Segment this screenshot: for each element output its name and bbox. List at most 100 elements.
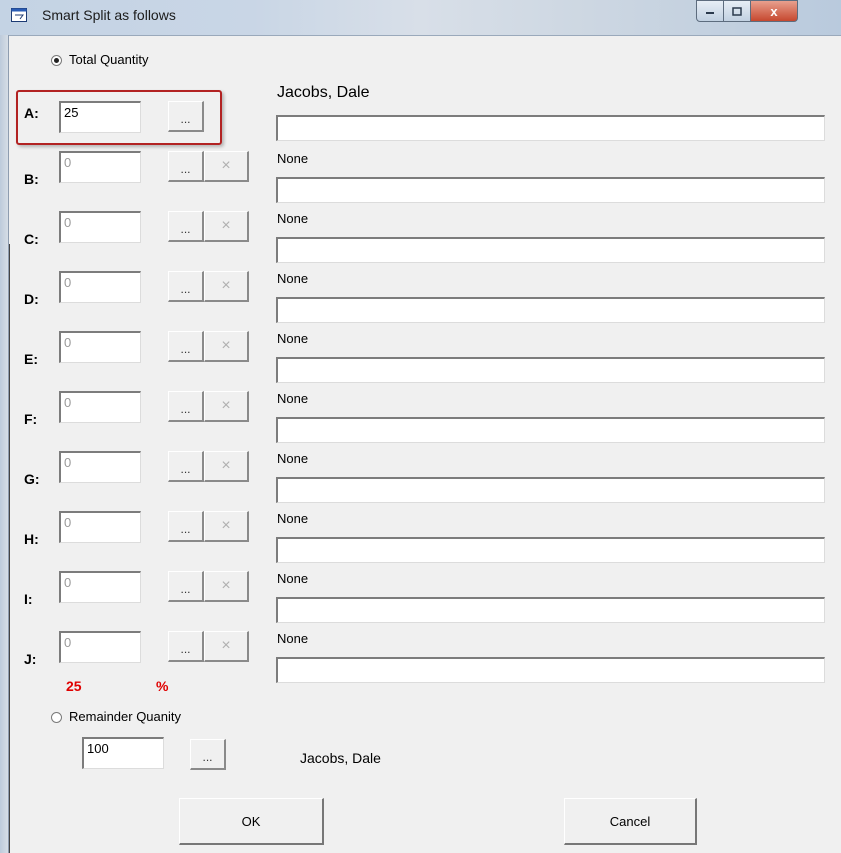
row-a-name-label: Jacobs, Dale xyxy=(277,84,370,101)
row-h-name-label: None xyxy=(277,511,309,526)
row-i-name-field[interactable] xyxy=(276,597,825,623)
row-f-qty-input[interactable]: 0 xyxy=(59,391,141,423)
row-c-browse-label: ... xyxy=(180,222,191,236)
row-g-browse-button[interactable]: ... xyxy=(168,451,204,482)
row-c-qty-input[interactable]: 0 xyxy=(59,211,141,243)
row-label-c: C: xyxy=(24,231,39,247)
row-c-qty-value: 0 xyxy=(64,215,72,230)
window-frame-left xyxy=(0,35,9,853)
close-icon: x xyxy=(770,3,778,19)
clear-icon: × xyxy=(221,397,231,414)
row-j-clear-button[interactable]: × xyxy=(204,631,249,662)
row-j-browse-label: ... xyxy=(180,642,191,656)
total-quantity-radio[interactable] xyxy=(51,55,62,66)
clear-icon: × xyxy=(221,637,231,654)
row-c-clear-button[interactable]: × xyxy=(204,211,249,242)
clear-icon: × xyxy=(221,157,231,174)
row-b-qty-value: 0 xyxy=(64,155,72,170)
row-e-qty-input[interactable]: 0 xyxy=(59,331,141,363)
row-f-name-field[interactable] xyxy=(276,417,825,443)
maximize-button[interactable] xyxy=(724,0,751,22)
row-e-name-label: None xyxy=(277,331,309,346)
remainder-quantity-input[interactable]: 100 xyxy=(82,737,164,769)
row-label-h: H: xyxy=(24,531,39,547)
remainder-quantity-radio[interactable] xyxy=(51,712,62,723)
clear-icon: × xyxy=(221,457,231,474)
row-i-browse-button[interactable]: ... xyxy=(168,571,204,602)
row-b-clear-button[interactable]: × xyxy=(204,151,249,182)
row-g-name-field[interactable] xyxy=(276,477,825,503)
row-a-name-field[interactable] xyxy=(276,115,825,141)
remainder-name: Jacobs, Dale xyxy=(300,750,381,766)
row-h-browse-button[interactable]: ... xyxy=(168,511,204,542)
row-d-name-label: None xyxy=(277,271,309,286)
row-b-browse-button[interactable]: ... xyxy=(168,151,204,182)
row-f-browse-label: ... xyxy=(180,402,191,416)
row-h-clear-button[interactable]: × xyxy=(204,511,249,542)
row-label-d: D: xyxy=(24,291,39,307)
row-g-qty-input[interactable]: 0 xyxy=(59,451,141,483)
clear-icon: × xyxy=(221,517,231,534)
row-i-clear-button[interactable]: × xyxy=(204,571,249,602)
row-h-qty-input[interactable]: 0 xyxy=(59,511,141,543)
remainder-browse-label: ... xyxy=(202,750,213,764)
minimize-button[interactable] xyxy=(696,0,724,22)
row-f-clear-button[interactable]: × xyxy=(204,391,249,422)
row-b-qty-input[interactable]: 0 xyxy=(59,151,141,183)
row-e-name-field[interactable] xyxy=(276,357,825,383)
frame-divider xyxy=(9,244,10,853)
cancel-label: Cancel xyxy=(609,813,651,829)
cancel-button[interactable]: Cancel xyxy=(564,798,697,845)
row-e-qty-value: 0 xyxy=(64,335,72,350)
row-j-qty-value: 0 xyxy=(64,635,72,650)
row-j-browse-button[interactable]: ... xyxy=(168,631,204,662)
row-b-browse-label: ... xyxy=(180,162,191,176)
row-g-clear-button[interactable]: × xyxy=(204,451,249,482)
title-bar: Smart Split as follows x xyxy=(0,0,841,36)
row-b-name-field[interactable] xyxy=(276,177,825,203)
row-d-clear-button[interactable]: × xyxy=(204,271,249,302)
caption-buttons: x xyxy=(696,0,824,22)
maximize-icon xyxy=(732,6,742,16)
row-f-qty-value: 0 xyxy=(64,395,72,410)
row-c-name-field[interactable] xyxy=(276,237,825,263)
row-j-qty-input[interactable]: 0 xyxy=(59,631,141,663)
row-label-j: J: xyxy=(24,651,37,667)
clear-icon: × xyxy=(221,577,231,594)
row-label-e: E: xyxy=(24,351,38,367)
row-d-browse-button[interactable]: ... xyxy=(168,271,204,302)
ok-button[interactable]: OK xyxy=(179,798,324,845)
close-button[interactable]: x xyxy=(751,0,798,22)
row-label-g: G: xyxy=(24,471,40,487)
row-b-name-label: None xyxy=(277,151,309,166)
row-label-f: F: xyxy=(24,411,38,427)
window-icon xyxy=(11,8,27,22)
row-d-qty-value: 0 xyxy=(64,275,72,290)
row-j-name-field[interactable] xyxy=(276,657,825,683)
total-quantity-label: Total Quantity xyxy=(69,52,149,67)
row-e-browse-button[interactable]: ... xyxy=(168,331,204,362)
row-d-browse-label: ... xyxy=(180,282,191,296)
row-f-browse-button[interactable]: ... xyxy=(168,391,204,422)
row-i-name-label: None xyxy=(277,571,309,586)
remainder-quantity-value: 100 xyxy=(87,741,109,756)
clear-icon: × xyxy=(221,277,231,294)
minimize-icon xyxy=(706,12,714,14)
clear-icon: × xyxy=(221,337,231,354)
row-h-name-field[interactable] xyxy=(276,537,825,563)
row-e-browse-label: ... xyxy=(180,342,191,356)
row-c-browse-button[interactable]: ... xyxy=(168,211,204,242)
remainder-browse-button[interactable]: ... xyxy=(190,739,226,770)
clear-icon: × xyxy=(221,217,231,234)
row-d-qty-input[interactable]: 0 xyxy=(59,271,141,303)
row-h-browse-label: ... xyxy=(180,522,191,536)
row-h-qty-value: 0 xyxy=(64,515,72,530)
row-label-b: B: xyxy=(24,171,39,187)
row-i-qty-input[interactable]: 0 xyxy=(59,571,141,603)
row-e-clear-button[interactable]: × xyxy=(204,331,249,362)
row-c-name-label: None xyxy=(277,211,309,226)
row-g-name-label: None xyxy=(277,451,309,466)
row-a-highlight xyxy=(16,90,222,145)
row-d-name-field[interactable] xyxy=(276,297,825,323)
row-i-qty-value: 0 xyxy=(64,575,72,590)
